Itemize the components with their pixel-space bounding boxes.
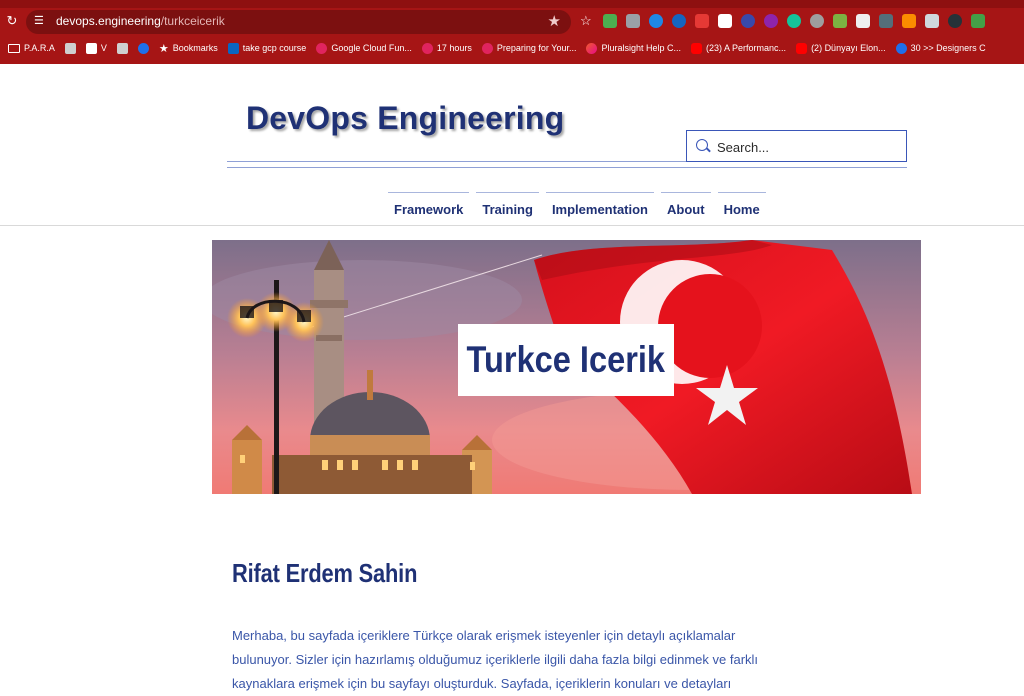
bookmark-label: Bookmarks (172, 43, 218, 53)
app-icon (116, 42, 128, 54)
bookmark-item[interactable]: V (85, 42, 107, 54)
folder-icon (8, 43, 20, 53)
extensions-bar: ☆ (580, 10, 985, 32)
extension-icon[interactable] (718, 14, 732, 28)
globe-icon (895, 42, 907, 54)
author-name: Rifat Erdem Sahin (232, 558, 418, 588)
hero-banner: Turkce Icerik (212, 240, 921, 494)
app-icon (64, 42, 76, 54)
extension-icon[interactable] (741, 14, 755, 28)
puzzle-icon[interactable] (971, 14, 985, 28)
nav-item-home[interactable]: Home (717, 192, 766, 218)
bookmark-item[interactable]: (23) A Performanc... (691, 42, 787, 54)
bookmark-label: take gcp course (242, 43, 307, 53)
site-info-icon[interactable]: ☰ (34, 14, 48, 28)
bookmark-label: 30 >> Designers C (910, 43, 986, 53)
header-separator (0, 225, 1024, 226)
bookmark-label: (2) Dünyayı Elon... (811, 43, 886, 53)
bookmark-item[interactable]: Pluralsight Help C... (586, 42, 682, 54)
youtube-icon (796, 42, 808, 54)
extension-icon[interactable] (925, 14, 939, 28)
extension-icon[interactable] (902, 14, 916, 28)
bookmark-label: Google Cloud Fun... (331, 43, 412, 53)
bookmark-label: 17 hours (436, 43, 472, 53)
extension-icon[interactable] (833, 14, 847, 28)
steam-icon[interactable] (948, 14, 962, 28)
star-icon: ★ (158, 42, 169, 55)
star-icon[interactable]: ☆ (580, 14, 594, 28)
bookmark-item[interactable]: ★ Bookmarks (159, 42, 218, 55)
bookmark-item[interactable] (137, 42, 149, 54)
search-box[interactable] (686, 130, 907, 162)
nav-item-training[interactable]: Training (476, 192, 539, 218)
search-icon (696, 139, 708, 151)
nav-item-framework[interactable]: Framework (388, 192, 470, 218)
bookmark-item[interactable] (116, 42, 128, 54)
grammarly-icon[interactable] (787, 14, 801, 28)
bookmark-label: Preparing for Your... (496, 43, 577, 53)
bookmark-item[interactable]: (2) Dünyayı Elon... (796, 42, 886, 54)
linkedin-icon (227, 42, 239, 54)
bookmark-item[interactable]: 17 hours (421, 42, 472, 54)
intro-paragraph: Merhaba, bu sayfada içeriklere Türkçe ol… (232, 628, 759, 691)
nav-item-implementation[interactable]: Implementation (545, 192, 655, 218)
app-icon (316, 42, 328, 54)
checklist-icon (85, 42, 97, 54)
bookmark-item[interactable]: P.A.R.A (8, 43, 55, 53)
web-page: DevOps Engineering Framework Training Im… (0, 64, 1024, 696)
reload-icon[interactable]: ↻ (4, 13, 20, 29)
bookmark-item[interactable]: take gcp course (227, 42, 307, 54)
youtube-icon (691, 42, 703, 54)
search-input[interactable] (717, 137, 897, 157)
app-icon (421, 42, 433, 54)
extension-icon[interactable] (603, 14, 617, 28)
app-icon (481, 42, 493, 54)
bookmark-label: (23) A Performanc... (706, 43, 787, 53)
bookmark-item[interactable]: Google Cloud Fun... (316, 42, 412, 54)
browser-tab-strip (0, 0, 1024, 8)
bookmark-item[interactable] (64, 42, 76, 54)
address-url[interactable]: devops.engineering/turkceicerik (56, 14, 225, 28)
chrome-icon (137, 42, 149, 54)
main-nav: Framework Training Implementation About … (388, 192, 766, 218)
bookmark-item[interactable]: 30 >> Designers C (895, 42, 986, 54)
bookmark-star-icon[interactable]: ★ (548, 12, 561, 30)
extension-icon[interactable] (649, 14, 663, 28)
hero-title-box: Turkce Icerik (458, 324, 674, 396)
url-host: devops.engineering (56, 14, 161, 28)
pluralsight-icon (586, 42, 598, 54)
url-path: /turkceicerik (160, 14, 225, 28)
nav-item-about[interactable]: About (661, 192, 711, 218)
bookmark-label: Pluralsight Help C... (601, 43, 682, 53)
extension-icon[interactable] (672, 14, 686, 28)
extension-icon[interactable] (695, 14, 709, 28)
extension-icon[interactable] (764, 14, 778, 28)
bookmark-item[interactable]: Preparing for Your... (481, 42, 577, 54)
bookmarks-bar: P.A.R.A V ★ Bookmarks take gcp course Goo… (0, 36, 1024, 60)
bookmark-label: P.A.R.A (24, 43, 55, 53)
recycle-icon[interactable] (810, 14, 824, 28)
header-divider (227, 167, 907, 168)
hero-title: Turkce Icerik (466, 339, 666, 380)
extension-icon[interactable] (856, 14, 870, 28)
extension-icon[interactable] (626, 14, 640, 28)
address-bar[interactable]: ☰ devops.engineering/turkceicerik ★ (26, 10, 571, 34)
bookmark-label: V (100, 43, 107, 53)
extension-icon[interactable] (879, 14, 893, 28)
site-title[interactable]: DevOps Engineering (246, 100, 564, 137)
